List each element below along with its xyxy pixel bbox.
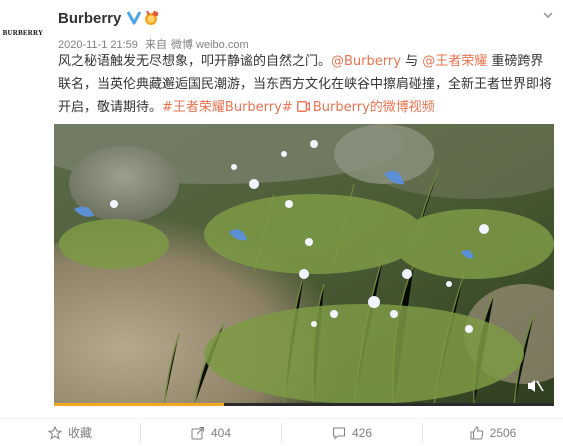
repost-count: 404 (210, 425, 232, 440)
video-link-label: Burberry的微博视频 (312, 100, 435, 115)
post-text-seg: 与 (400, 54, 423, 69)
post-text-seg: 风之秘语触发无尽想象，叩开静谧的自然之门。 (58, 54, 332, 69)
mention-link[interactable]: @Burberry (331, 54, 401, 69)
video-icon (296, 101, 310, 112)
star-icon (47, 425, 62, 440)
avatar-brand-text: BURBERRY (2, 29, 44, 37)
share-icon (191, 426, 204, 439)
mute-icon[interactable] (526, 378, 544, 394)
comment-button[interactable]: 426 (281, 422, 422, 443)
video-player[interactable] (54, 124, 554, 406)
like-icon (470, 425, 483, 439)
video-progress-fill (54, 403, 224, 406)
medal-icon[interactable] (143, 10, 159, 26)
post-header: Burberry 2020-11-1 21:59 来自 微博 weibo.com (58, 8, 555, 54)
like-count: 2506 (489, 425, 517, 440)
like-button[interactable]: 2506 (422, 422, 563, 443)
hashtag-link[interactable]: #王者荣耀Burberry# (162, 100, 293, 115)
post-actions: 收藏 404 426 2506 (0, 418, 563, 446)
favorite-button[interactable]: 收藏 (0, 423, 140, 443)
video-frame (54, 124, 554, 406)
repost-button[interactable]: 404 (140, 422, 281, 443)
chevron-down-icon[interactable] (541, 8, 555, 22)
video-link[interactable]: Burberry的微博视频 (296, 100, 435, 115)
post-text: 风之秘语触发无尽想象，叩开静谧的自然之门。@Burberry 与 @王者荣耀 重… (58, 50, 556, 119)
comment-icon (332, 427, 345, 440)
favorite-label: 收藏 (67, 426, 92, 440)
comment-count: 426 (351, 425, 373, 440)
username[interactable]: Burberry (58, 10, 121, 27)
mention-link[interactable]: @王者荣耀 (422, 54, 487, 69)
verified-badge-icon (127, 11, 142, 25)
video-progress-bar[interactable] (54, 403, 554, 406)
avatar[interactable]: BURBERRY (0, 10, 46, 56)
